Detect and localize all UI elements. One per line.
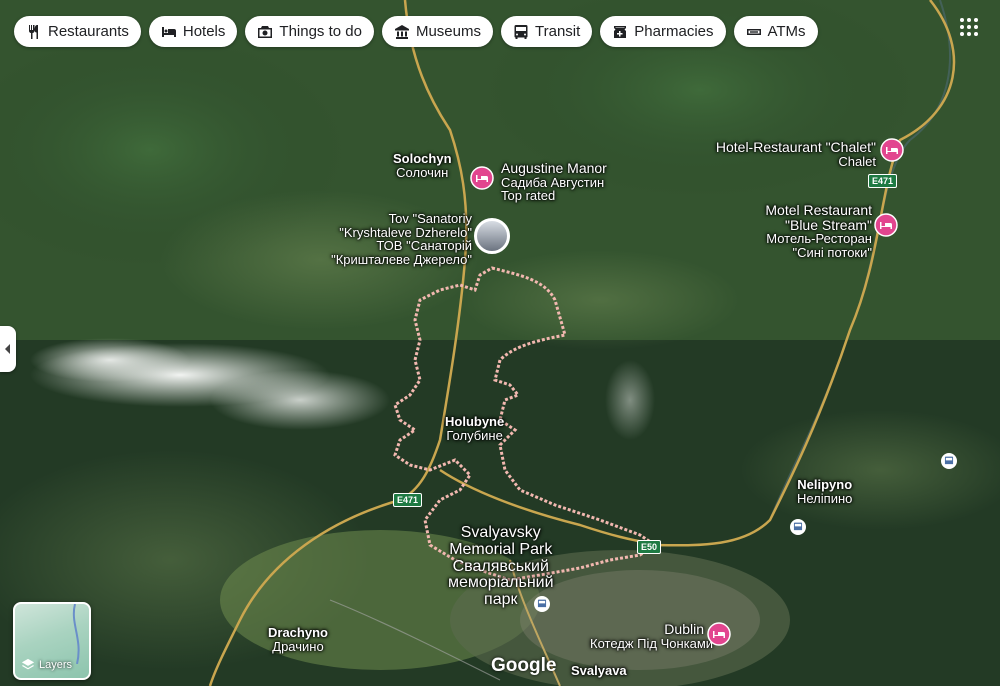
layers-label-group: Layers [21,658,72,672]
place-augustine-manor[interactable]: Augustine Manor Садиба Августин Top rate… [501,161,607,203]
atms-label: ATMs [767,23,806,40]
museum-icon [394,24,409,39]
augustine-note: Top rated [501,188,556,204]
bus-stop-icon[interactable] [534,596,550,612]
chalet-local: Chalet [838,153,876,169]
sanatoriy-line1: Tov "Sanatoriy [388,211,472,226]
sanatoriy-photo-pin[interactable] [474,218,510,254]
layers-label: Layers [39,659,73,671]
bluestream-local2: "Сині потоки" [792,245,872,261]
dublin-name: Dublin [664,621,704,637]
bluestream-local1: Мотель-Ресторан [766,231,872,247]
pharmacy-icon [614,25,627,38]
dublin-local: Котедж Під Чонками [590,635,714,651]
fork-knife-icon [29,24,38,39]
park-local2: меморіальний [448,574,554,592]
chevron-left-icon [5,344,10,354]
bed-icon [161,26,176,37]
things-to-do-label: Things to do [279,23,362,40]
place-svalyava[interactable]: Svalyava [571,664,627,678]
place-drachyno[interactable]: Drachyno Драчино [268,626,328,653]
layers-button[interactable]: Layers [13,602,91,680]
chalet-name: Hotel-Restaurant "Chalet" [715,139,876,155]
place-blue-stream[interactable]: Motel Restaurant "Blue Stream" Мотель-Ре… [740,203,872,260]
place-holubyne[interactable]: Holubyne Голубине [445,415,504,442]
hotel-pin-icon[interactable] [470,166,494,190]
nelipyno-local: Нелiпино [797,490,853,506]
restaurants-label: Restaurants [48,23,129,40]
hotels-label: Hotels [182,23,226,40]
place-hotel-chalet[interactable]: Hotel-Restaurant "Chalet" Chalet [706,140,876,168]
google-logo: Google [491,655,557,676]
park-line2: Memorial Park [449,540,553,558]
bluestream-line1: Motel Restaurant [765,202,872,218]
place-nelipyno[interactable]: Nelipyno Нелiпино [797,478,852,505]
nelipyno-name: Nelipyno [797,477,853,492]
solochyn-local: Солочин [396,164,449,180]
road-shield-e50: E50 [637,540,662,554]
bus-stop-icon[interactable] [941,453,957,469]
place-solochyn[interactable]: Solochyn Солочин [393,152,452,179]
park-local1: Свалявський [452,557,549,575]
hotel-pin-icon[interactable] [874,213,898,237]
hotel-pin-icon[interactable] [880,138,904,162]
park-line1: Svalyavsky [460,524,541,541]
camera-icon [258,25,273,38]
things-to-do-chip[interactable]: Things to do [245,16,374,47]
place-sanatoriy[interactable]: Tov "Sanatoriy "Kryshtaleve Dzherelo" ТО… [326,212,472,267]
sanatoriy-local2: "Кришталеве Джерело" [331,251,472,267]
transit-label: Transit [535,23,581,40]
bus-stop-icon[interactable] [790,519,806,535]
hotel-pin-icon[interactable] [707,622,731,646]
transit-chip[interactable]: Transit [501,16,593,47]
apps-grid-icon[interactable] [958,16,980,38]
atms-chip[interactable]: ATMs [733,16,818,47]
drachyno-local: Драчино [272,638,324,654]
pharmacies-label: Pharmacies [634,23,714,40]
svalyava-name: Svalyava [571,663,627,678]
bus-icon [514,24,528,39]
sanatoriy-local1: ТОВ "Санаторій [376,238,472,254]
drachyno-name: Drachyno [268,625,328,640]
road-shield-e471: E471 [393,493,423,507]
category-chips: Restaurants Hotels Things to do Museums … [14,16,818,47]
museums-chip[interactable]: Museums [381,16,493,47]
hotels-chip[interactable]: Hotels [148,16,238,47]
restaurants-chip[interactable]: Restaurants [14,16,141,47]
road-shield-e471: E471 [868,174,898,188]
atm-icon [746,28,761,35]
holubyne-local: Голубине [446,427,503,443]
pharmacies-chip[interactable]: Pharmacies [600,16,726,47]
museums-label: Museums [415,23,481,40]
place-dublin[interactable]: Dublin Котедж Під Чонками [590,621,714,651]
collapse-panel-button[interactable] [0,326,16,372]
layers-icon [21,658,35,670]
solochyn-name: Solochyn [393,151,452,166]
holubyne-name: Holubyne [445,414,505,429]
augustine-name: Augustine Manor [501,160,607,176]
